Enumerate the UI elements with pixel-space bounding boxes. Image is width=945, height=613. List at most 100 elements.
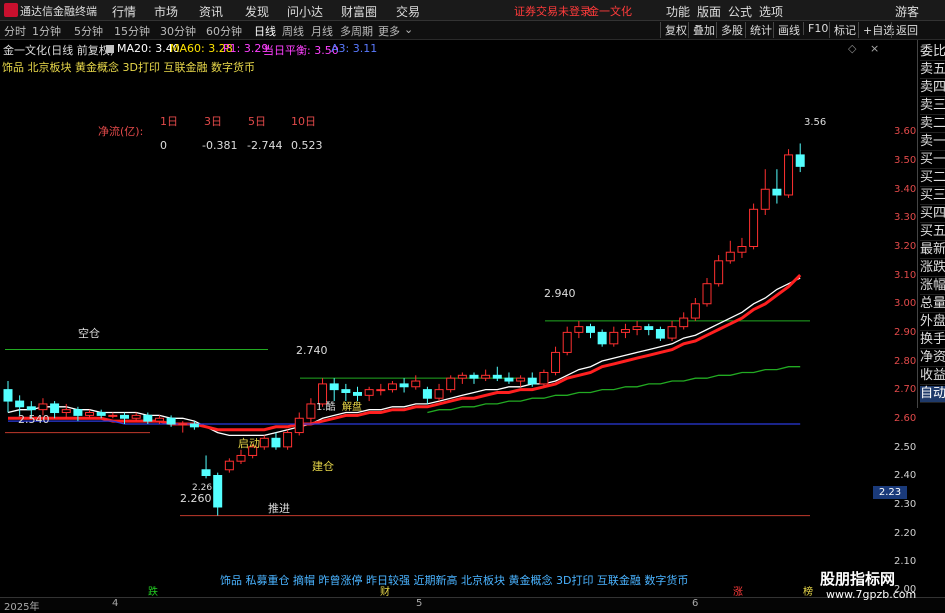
menu-layout[interactable]: 版面 xyxy=(697,3,721,20)
annotation-advance: 推进 xyxy=(268,502,290,515)
sidebar-item-volume[interactable]: 总量 xyxy=(920,296,945,313)
sidebar-item-earnings[interactable]: 收益 xyxy=(920,368,945,385)
lock-icon[interactable] xyxy=(106,45,114,53)
candle-body xyxy=(271,437,281,448)
netflow-value-10d: 0.523 xyxy=(291,139,323,152)
candle-body xyxy=(364,389,374,396)
marker-up: 涨 xyxy=(733,587,743,598)
menu-item-news[interactable]: 资讯 xyxy=(199,3,223,20)
y-tick-label: 3.60 xyxy=(894,126,917,137)
close-icon[interactable]: × xyxy=(870,42,879,55)
candle-body xyxy=(50,403,60,414)
menu-item-market[interactable]: 市场 xyxy=(154,3,178,20)
sidebar-item-auto[interactable]: 自动 xyxy=(920,386,945,403)
netflow-header-5d: 5日 xyxy=(248,115,266,128)
add-watchlist-button[interactable]: +自选 xyxy=(858,22,894,38)
sidebar-item-net-asset[interactable]: 净资 xyxy=(920,350,945,367)
kline-chart[interactable] xyxy=(0,74,915,594)
chevron-down-icon[interactable]: ⌄ xyxy=(404,23,413,36)
time-label-month: 4 xyxy=(112,598,119,609)
sidebar-item-bid1[interactable]: 买一 xyxy=(920,152,945,169)
diamond-icon[interactable]: ◇ xyxy=(848,42,856,55)
y-tick-label: 2.60 xyxy=(894,413,917,424)
login-status[interactable]: 证券交易未登录 xyxy=(514,3,591,19)
annotation-start: 启动 xyxy=(238,437,260,450)
candle-body xyxy=(586,326,595,333)
period-tab-multi[interactable]: 多周期 xyxy=(340,23,373,39)
annotation-empty: 空仓 xyxy=(78,327,100,340)
y-tick-label: 2.30 xyxy=(894,499,917,510)
sidebar-item-latest[interactable]: 最新 xyxy=(920,242,945,259)
sidebar-item-outer[interactable]: 外盘 xyxy=(920,314,945,331)
sidebar-item-order-ratio[interactable]: 委比 xyxy=(920,44,945,61)
candle-body xyxy=(85,412,95,416)
sidebar-item-change[interactable]: 涨跌 xyxy=(920,260,945,277)
y-tick-label: 2.50 xyxy=(894,442,917,453)
menu-item-trade[interactable]: 交易 xyxy=(396,3,420,20)
period-tab-monthly[interactable]: 月线 xyxy=(311,23,333,39)
sidebar-item-bid5[interactable]: 买五 xyxy=(920,224,945,241)
time-label-month: 6 xyxy=(692,598,699,609)
menu-function[interactable]: 功能 xyxy=(666,3,690,20)
adjust-button[interactable]: 复权 xyxy=(660,22,687,38)
candle-body xyxy=(376,389,386,392)
period-tab-intraday[interactable]: 分时 xyxy=(4,23,26,39)
candle-body xyxy=(15,400,25,408)
time-label-year: 2025年 xyxy=(4,602,40,613)
marker-down: 跌 xyxy=(148,587,158,598)
y-tick-label: 3.30 xyxy=(894,212,917,223)
multi-stock-button[interactable]: 多股 xyxy=(716,22,743,38)
candle-body xyxy=(283,432,293,448)
sidebar-item-bid3[interactable]: 买三 xyxy=(920,188,945,205)
netflow-header-10d: 10日 xyxy=(291,115,316,128)
price-label-top: 3.56 xyxy=(804,117,827,128)
period-tab-30min[interactable]: 30分钟 xyxy=(160,23,196,39)
menu-item-quotes[interactable]: 行情 xyxy=(112,3,136,20)
candle-body xyxy=(574,326,584,333)
candle-body xyxy=(516,377,526,382)
candle-body xyxy=(795,154,805,167)
mark-button[interactable]: 标记 xyxy=(829,22,856,38)
back-button[interactable]: 返回 xyxy=(891,22,918,38)
candle-body xyxy=(178,423,188,426)
menu-item-ask[interactable]: 问小达 xyxy=(287,3,323,20)
menu-item-wealth[interactable]: 财富圈 xyxy=(341,3,377,20)
y-tick-label: 2.70 xyxy=(894,384,917,395)
candle-body xyxy=(679,317,689,328)
y-tick-label: 2.10 xyxy=(894,556,917,567)
sidebar-item-ask2[interactable]: 卖二 xyxy=(920,116,945,133)
f10-button[interactable]: F10 xyxy=(803,22,828,35)
price-label-peak: 2.940 xyxy=(544,287,576,300)
watermark-url: www.7gpzb.com xyxy=(826,588,917,601)
period-tab-60min[interactable]: 60分钟 xyxy=(206,23,242,39)
overlay-button[interactable]: 叠加 xyxy=(688,22,715,38)
sidebar-item-bid2[interactable]: 买二 xyxy=(920,170,945,187)
period-tab-1min[interactable]: 1分钟 xyxy=(32,23,61,39)
sidebar-item-change-pct[interactable]: 涨幅 xyxy=(920,278,945,295)
sidebar-item-ask3[interactable]: 卖三 xyxy=(920,98,945,115)
sidebar-item-turnover[interactable]: 换手 xyxy=(920,332,945,349)
sidebar-item-bid4[interactable]: 买四 xyxy=(920,206,945,223)
menu-options[interactable]: 选项 xyxy=(759,3,783,20)
sidebar-item-ask5[interactable]: 卖五 xyxy=(920,62,945,79)
period-tab-5min[interactable]: 5分钟 xyxy=(74,23,103,39)
period-tab-daily[interactable]: 日线 xyxy=(254,23,276,39)
draw-line-button[interactable]: 画线 xyxy=(773,22,800,38)
period-tab-more[interactable]: 更多 xyxy=(378,23,400,39)
marker-cai: 财 xyxy=(380,587,390,598)
menu-item-discover[interactable]: 发现 xyxy=(245,3,269,20)
period-tab-weekly[interactable]: 周线 xyxy=(282,23,304,39)
period-tab-15min[interactable]: 15分钟 xyxy=(114,23,150,39)
candle-body xyxy=(201,469,211,476)
menu-formula[interactable]: 公式 xyxy=(728,3,752,20)
time-label-month: 5 xyxy=(416,598,423,609)
menu-guest[interactable]: 游客 xyxy=(895,3,919,20)
candle-body xyxy=(749,208,759,248)
sidebar-item-ask4[interactable]: 卖四 xyxy=(920,80,945,97)
candle-body xyxy=(387,383,397,391)
candle-body xyxy=(714,260,724,285)
sidebar-item-ask1[interactable]: 卖一 xyxy=(920,134,945,151)
stats-button[interactable]: 统计 xyxy=(745,22,772,38)
app-logo-icon xyxy=(4,3,18,17)
candle-body xyxy=(120,414,129,419)
